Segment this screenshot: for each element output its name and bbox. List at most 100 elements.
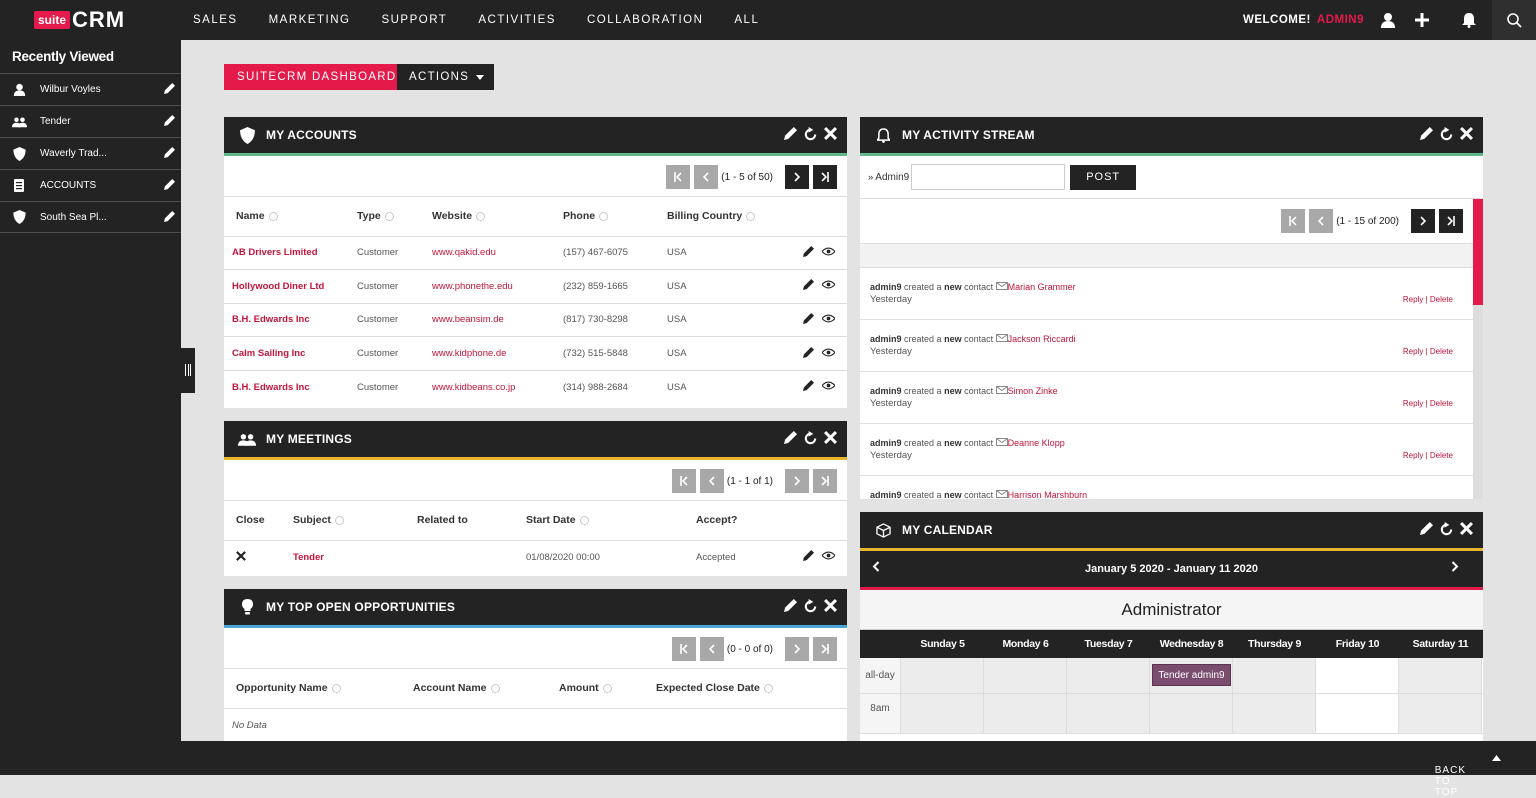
view-eye-icon[interactable] — [821, 280, 836, 292]
calendar-cell[interactable] — [901, 694, 984, 733]
calendar-cell[interactable] — [984, 658, 1067, 693]
refresh-icon[interactable] — [803, 431, 818, 451]
calendar-cell[interactable] — [1067, 694, 1150, 733]
close-icon[interactable] — [824, 599, 837, 619]
calendar-cell[interactable] — [1316, 694, 1399, 733]
account-website-link[interactable]: www.kidphone.de — [432, 336, 563, 371]
suitecrm-logo[interactable]: suite CRM — [34, 7, 125, 32]
user-profile-icon[interactable] — [1371, 0, 1405, 40]
contact-link[interactable]: Jackson Riccardi — [1008, 334, 1076, 344]
view-eye-icon[interactable] — [821, 551, 836, 563]
delete-link[interactable]: Delete — [1430, 399, 1453, 408]
sidebar-item-accounts[interactable]: ACCOUNTS — [0, 169, 181, 201]
nav-support[interactable]: SUPPORT — [381, 0, 447, 40]
sidebar-item-wilbur-voyles[interactable]: Wilbur Voyles — [0, 73, 181, 105]
column-header-billing-country[interactable]: Billing Country — [667, 197, 797, 237]
sidebar-item-south-sea[interactable]: South Sea Pl... — [0, 201, 181, 233]
close-icon[interactable] — [1460, 522, 1473, 542]
account-name-link[interactable]: B.H. Edwards Inc — [224, 370, 357, 404]
create-plus-icon[interactable] — [1405, 0, 1439, 40]
column-header-type[interactable]: Type — [357, 197, 432, 237]
nav-activities[interactable]: ACTIVITIES — [478, 0, 556, 40]
edit-pencil-icon[interactable] — [784, 431, 797, 451]
column-header-name[interactable]: Name — [224, 197, 357, 237]
post-button[interactable]: POST — [1070, 164, 1137, 190]
delete-link[interactable]: Delete — [1430, 451, 1453, 460]
delete-link[interactable]: Delete — [1430, 295, 1453, 304]
account-name-link[interactable]: AB Drivers Limited — [224, 236, 357, 271]
edit-pencil-icon[interactable] — [1420, 127, 1433, 147]
next-page-button[interactable] — [785, 469, 809, 493]
nav-sales[interactable]: SALES — [193, 0, 238, 40]
delete-link[interactable]: Delete — [1430, 347, 1453, 356]
column-header-phone[interactable]: Phone — [563, 197, 667, 237]
contact-link[interactable]: Simon Zinke — [1008, 386, 1058, 396]
prev-page-button[interactable] — [699, 469, 724, 493]
last-page-button[interactable] — [813, 637, 837, 661]
view-eye-icon[interactable] — [821, 314, 836, 326]
edit-pencil-icon[interactable] — [803, 312, 814, 327]
first-page-button[interactable] — [666, 165, 691, 189]
sort-icon[interactable] — [579, 515, 589, 525]
double-chevron-down-icon[interactable]: » — [868, 172, 873, 183]
calendar-cell[interactable] — [1150, 694, 1233, 733]
next-page-button[interactable] — [785, 637, 809, 661]
post-text-input[interactable] — [911, 164, 1066, 190]
activity-user[interactable]: admin9 — [870, 490, 902, 499]
edit-pencil-icon[interactable] — [164, 83, 175, 97]
contact-link[interactable]: Deanne Klopp — [1008, 438, 1065, 448]
sidebar-collapse-handle[interactable] — [181, 348, 195, 393]
sort-icon[interactable] — [334, 515, 344, 525]
calendar-cell[interactable] — [1067, 658, 1150, 693]
column-header-account-name[interactable]: Account Name — [413, 669, 559, 709]
calendar-cell[interactable] — [1316, 658, 1399, 693]
view-eye-icon[interactable] — [821, 247, 836, 259]
account-website-link[interactable]: www.qakid.edu — [432, 236, 563, 271]
activity-user[interactable]: admin9 — [870, 438, 902, 448]
reply-link[interactable]: Reply — [1403, 451, 1423, 460]
account-name-link[interactable]: Hollywood Diner Ltd — [224, 269, 357, 304]
column-header-start-date[interactable]: Start Date — [526, 501, 696, 541]
edit-pencil-icon[interactable] — [1420, 522, 1433, 542]
reply-link[interactable]: Reply — [1403, 347, 1423, 356]
calendar-cell[interactable]: Tender admin9 — [1150, 658, 1233, 693]
prev-page-button[interactable] — [699, 637, 724, 661]
view-eye-icon[interactable] — [821, 381, 836, 393]
meeting-subject-link[interactable]: Tender — [293, 540, 417, 574]
edit-pencil-icon[interactable] — [164, 179, 175, 193]
sort-icon[interactable] — [602, 683, 612, 693]
sort-icon[interactable] — [384, 211, 394, 221]
calendar-cell[interactable] — [1233, 658, 1316, 693]
actions-dropdown-button[interactable]: ACTIONS — [397, 64, 495, 90]
last-page-button[interactable] — [1439, 209, 1463, 233]
close-meeting-x-icon[interactable] — [224, 540, 293, 574]
refresh-icon[interactable] — [1439, 522, 1454, 542]
prev-page-button[interactable] — [694, 165, 719, 189]
account-website-link[interactable]: www.kidbeans.co.jp — [432, 370, 563, 404]
nav-all[interactable]: ALL — [734, 0, 759, 40]
sort-icon[interactable] — [599, 211, 609, 221]
next-page-button[interactable] — [785, 165, 809, 189]
edit-pencil-icon[interactable] — [164, 211, 175, 225]
close-icon[interactable] — [824, 431, 837, 451]
edit-pencil-icon[interactable] — [784, 127, 797, 147]
search-icon[interactable] — [1492, 0, 1536, 40]
first-page-button[interactable] — [671, 637, 696, 661]
next-page-button[interactable] — [1411, 209, 1435, 233]
sort-icon[interactable] — [268, 211, 278, 221]
notifications-bell-icon[interactable] — [1452, 0, 1486, 40]
user-name-link[interactable]: ADMIN9 — [1317, 14, 1364, 26]
sidebar-item-waverly[interactable]: Waverly Trad... — [0, 137, 181, 169]
chevron-left-icon[interactable] — [872, 551, 880, 587]
view-eye-icon[interactable] — [821, 348, 836, 360]
sort-icon[interactable] — [476, 211, 486, 221]
column-header-website[interactable]: Website — [432, 197, 563, 237]
column-header-subject[interactable]: Subject — [293, 501, 417, 541]
account-name-link[interactable]: B.H. Edwards Inc — [224, 303, 357, 338]
edit-pencil-icon[interactable] — [784, 599, 797, 619]
activity-user[interactable]: admin9 — [870, 282, 902, 292]
scrollbar-thumb[interactable] — [1473, 199, 1483, 305]
chevron-right-icon[interactable] — [1451, 551, 1459, 587]
column-header-amount[interactable]: Amount — [559, 669, 656, 709]
sort-icon[interactable] — [746, 211, 756, 221]
